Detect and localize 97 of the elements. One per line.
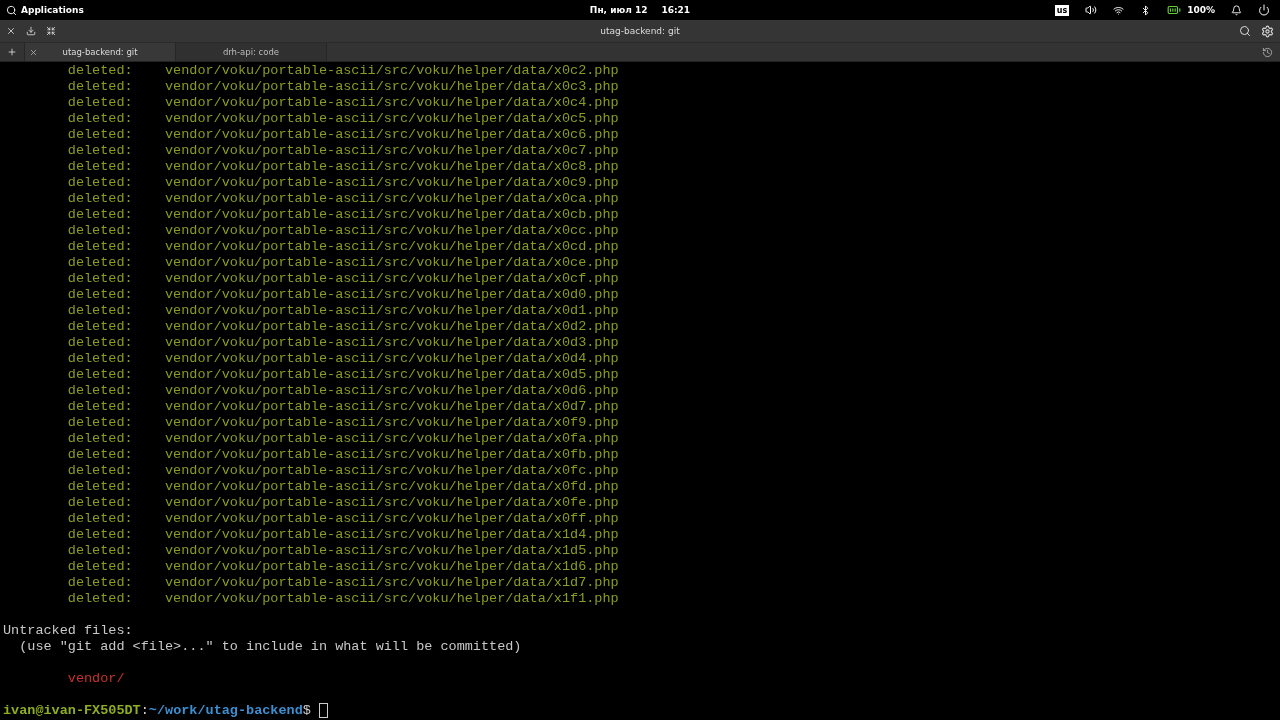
applications-menu[interactable]: Applications [21, 5, 84, 15]
status-text: deleted: [67, 191, 134, 207]
status-text: deleted: [67, 287, 134, 303]
status-text: deleted: [67, 431, 134, 447]
status-text: deleted: [67, 159, 134, 175]
status-text: deleted: [67, 463, 134, 479]
file-path: vendor/voku/portable-ascii/src/voku/helper/data/x0d1.php [165, 303, 619, 319]
status-text: deleted: [67, 175, 134, 191]
status-text: deleted: [67, 223, 134, 239]
notification-icon[interactable] [1231, 4, 1242, 16]
cursor [318, 703, 328, 718]
new-tab-icon[interactable] [7, 47, 17, 57]
status-text: deleted: [67, 319, 134, 335]
date-text[interactable]: Пн, июл 12 [589, 5, 648, 15]
hint-text: (use "git add <file>..." to include in what will be committed) [19, 639, 522, 655]
file-path: vendor/voku/portable-ascii/src/voku/helper/data/x0c9.php [165, 175, 619, 191]
file-path: vendor/voku/portable-ascii/src/voku/helper/data/x0cd.php [165, 239, 619, 255]
file-path: vendor/voku/portable-ascii/src/voku/helper/data/x0c4.php [165, 95, 619, 111]
file-path: vendor/voku/portable-ascii/src/voku/helper/data/x0cf.php [165, 271, 619, 287]
file-path: vendor/voku/portable-ascii/src/voku/helper/data/x0d6.php [165, 383, 619, 399]
keyboard-layout[interactable]: us [1054, 4, 1070, 16]
status-text: deleted: [67, 415, 134, 431]
file-path: vendor/voku/portable-ascii/src/voku/helper/data/x0fc.php [165, 463, 619, 479]
volume-icon[interactable] [1085, 4, 1098, 16]
file-path: vendor/voku/portable-ascii/src/voku/helper/data/x1f1.php [165, 591, 619, 607]
file-path: vendor/voku/portable-ascii/src/voku/helper/data/x0d5.php [165, 367, 619, 383]
status-text: deleted: [67, 447, 134, 463]
window-title: utag-backend: git [600, 26, 680, 36]
file-path: vendor/voku/portable-ascii/src/voku/helper/data/x1d4.php [165, 527, 619, 543]
status-text: deleted: [67, 255, 134, 271]
file-path: vendor/voku/portable-ascii/src/voku/helper/data/x0c8.php [165, 159, 619, 175]
status-text: deleted: [67, 543, 134, 559]
battery-text[interactable]: 100% [1187, 5, 1215, 15]
file-path: vendor/voku/portable-ascii/src/voku/helper/data/x1d6.php [165, 559, 619, 575]
battery-icon[interactable] [1167, 3, 1182, 17]
power-icon[interactable] [1258, 4, 1270, 16]
file-path: vendor/voku/portable-ascii/src/voku/helper/data/x0d0.php [165, 287, 619, 303]
file-path: vendor/voku/portable-ascii/src/voku/helper/data/x0fa.php [165, 431, 619, 447]
status-text: deleted: [67, 127, 134, 143]
status-text: deleted: [67, 143, 134, 159]
prompt-user-host: ivan@ivan-FX505DT [3, 703, 141, 719]
file-path: vendor/voku/portable-ascii/src/voku/helper/data/x1d7.php [165, 575, 619, 591]
clock-text[interactable]: 16:21 [661, 5, 691, 15]
status-text: deleted: [67, 527, 134, 543]
status-text: deleted: [67, 575, 134, 591]
file-path: vendor/voku/portable-ascii/src/voku/helper/data/x0fe.php [165, 495, 619, 511]
status-text: deleted: [67, 79, 134, 95]
tab[interactable]: utag-backend: git [24, 43, 175, 61]
status-text: deleted: [67, 271, 134, 287]
download-icon[interactable] [26, 26, 36, 36]
status-text: deleted: [67, 559, 134, 575]
file-path: vendor/voku/portable-ascii/src/voku/helper/data/x0f9.php [165, 415, 619, 431]
file-path: vendor/voku/portable-ascii/src/voku/helper/data/x0d2.php [165, 319, 619, 335]
status-text: deleted: [67, 335, 134, 351]
wifi-icon[interactable] [1113, 4, 1125, 16]
untracked-path: vendor/ [67, 671, 125, 687]
status-text: deleted: [67, 111, 134, 127]
status-text: deleted: [67, 207, 134, 223]
status-text: deleted: [67, 367, 134, 383]
status-text: deleted: [67, 383, 134, 399]
file-path: vendor/voku/portable-ascii/src/voku/helper/data/x0ff.php [165, 511, 619, 527]
status-text: deleted: [67, 303, 134, 319]
file-path: vendor/voku/portable-ascii/src/voku/helper/data/x0ce.php [165, 255, 619, 271]
status-text: deleted: [67, 479, 134, 495]
file-path: vendor/voku/portable-ascii/src/voku/helper/data/x1d5.php [165, 543, 619, 559]
file-path: vendor/voku/portable-ascii/src/voku/helper/data/x0d3.php [165, 335, 619, 351]
shrink-icon[interactable] [46, 26, 56, 36]
status-text: deleted: [67, 591, 134, 607]
status-text: deleted: [67, 95, 134, 111]
close-icon[interactable] [6, 26, 16, 36]
file-path: vendor/voku/portable-ascii/src/voku/helper/data/x0fd.php [165, 479, 619, 495]
status-text: deleted: [67, 495, 134, 511]
status-text: deleted: [67, 511, 134, 527]
file-path: vendor/voku/portable-ascii/src/voku/helper/data/x0c7.php [165, 143, 619, 159]
search-icon[interactable] [6, 4, 17, 16]
status-text: deleted: [67, 63, 134, 79]
prompt-separator: : [140, 703, 149, 719]
settings-icon[interactable] [1261, 24, 1274, 38]
status-text: deleted: [67, 239, 134, 255]
file-path: vendor/voku/portable-ascii/src/voku/helper/data/x0cc.php [165, 223, 619, 239]
prompt-symbol: $ [302, 703, 311, 719]
file-path: vendor/voku/portable-ascii/src/voku/helper/data/x0d4.php [165, 351, 619, 367]
prompt-path: ~/work/utag-backend [148, 703, 303, 719]
file-path: vendor/voku/portable-ascii/src/voku/helper/data/x0ca.php [165, 191, 619, 207]
file-path: vendor/voku/portable-ascii/src/voku/helper/data/x0fb.php [165, 447, 619, 463]
file-path: vendor/voku/portable-ascii/src/voku/helper/data/x0c6.php [165, 127, 619, 143]
status-text: deleted: [67, 399, 134, 415]
file-path: vendor/voku/portable-ascii/src/voku/helper/data/x0cb.php [165, 207, 619, 223]
search-icon[interactable] [1239, 25, 1251, 37]
history-icon[interactable] [1261, 46, 1273, 58]
file-path: vendor/voku/portable-ascii/src/voku/helper/data/x0c3.php [165, 79, 619, 95]
file-path: vendor/voku/portable-ascii/src/voku/helper/data/x0c5.php [165, 111, 619, 127]
close-icon[interactable] [29, 47, 38, 57]
status-text: deleted: [67, 351, 134, 367]
file-path: vendor/voku/portable-ascii/src/voku/helper/data/x0c2.php [165, 63, 619, 79]
file-path: vendor/voku/portable-ascii/src/voku/helper/data/x0d7.php [165, 399, 619, 415]
section-heading: Untracked files: [3, 623, 133, 639]
